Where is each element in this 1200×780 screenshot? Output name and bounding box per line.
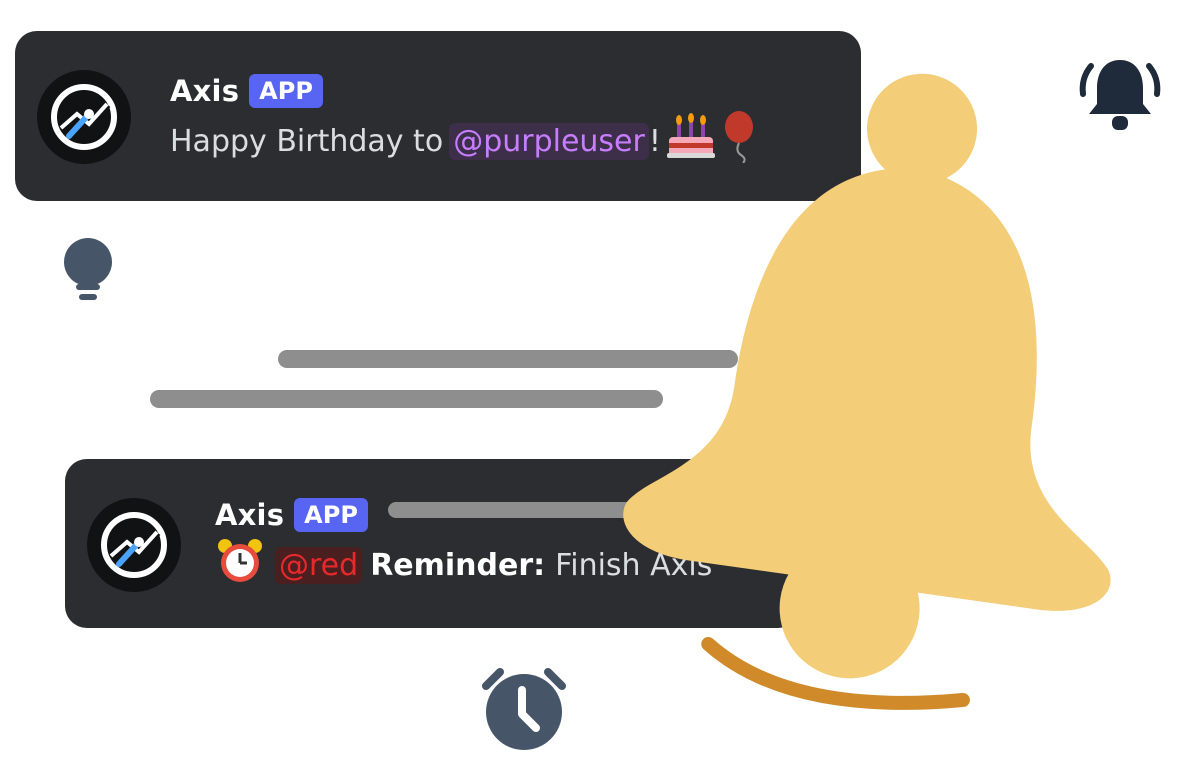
message-text: Happy Birthday to bbox=[170, 123, 444, 159]
alarm-clock-emoji-icon bbox=[215, 536, 265, 594]
app-badge: APP bbox=[294, 498, 368, 532]
alarm-clock-icon bbox=[482, 668, 566, 750]
user-mention[interactable]: @red bbox=[275, 546, 363, 584]
avatar[interactable] bbox=[87, 498, 181, 592]
large-bell-icon bbox=[623, 73, 1111, 710]
axis-logo-icon bbox=[51, 84, 117, 150]
username[interactable]: Axis bbox=[170, 74, 239, 108]
axis-logo-icon bbox=[101, 512, 167, 578]
reminder-label: Reminder: bbox=[370, 547, 546, 583]
lightbulb-icon bbox=[64, 238, 112, 300]
user-mention[interactable]: @purpleuser bbox=[449, 122, 649, 160]
decorative-bar bbox=[150, 390, 663, 408]
avatar[interactable] bbox=[37, 70, 131, 164]
app-badge: APP bbox=[249, 74, 323, 108]
username[interactable]: Axis bbox=[215, 498, 284, 532]
